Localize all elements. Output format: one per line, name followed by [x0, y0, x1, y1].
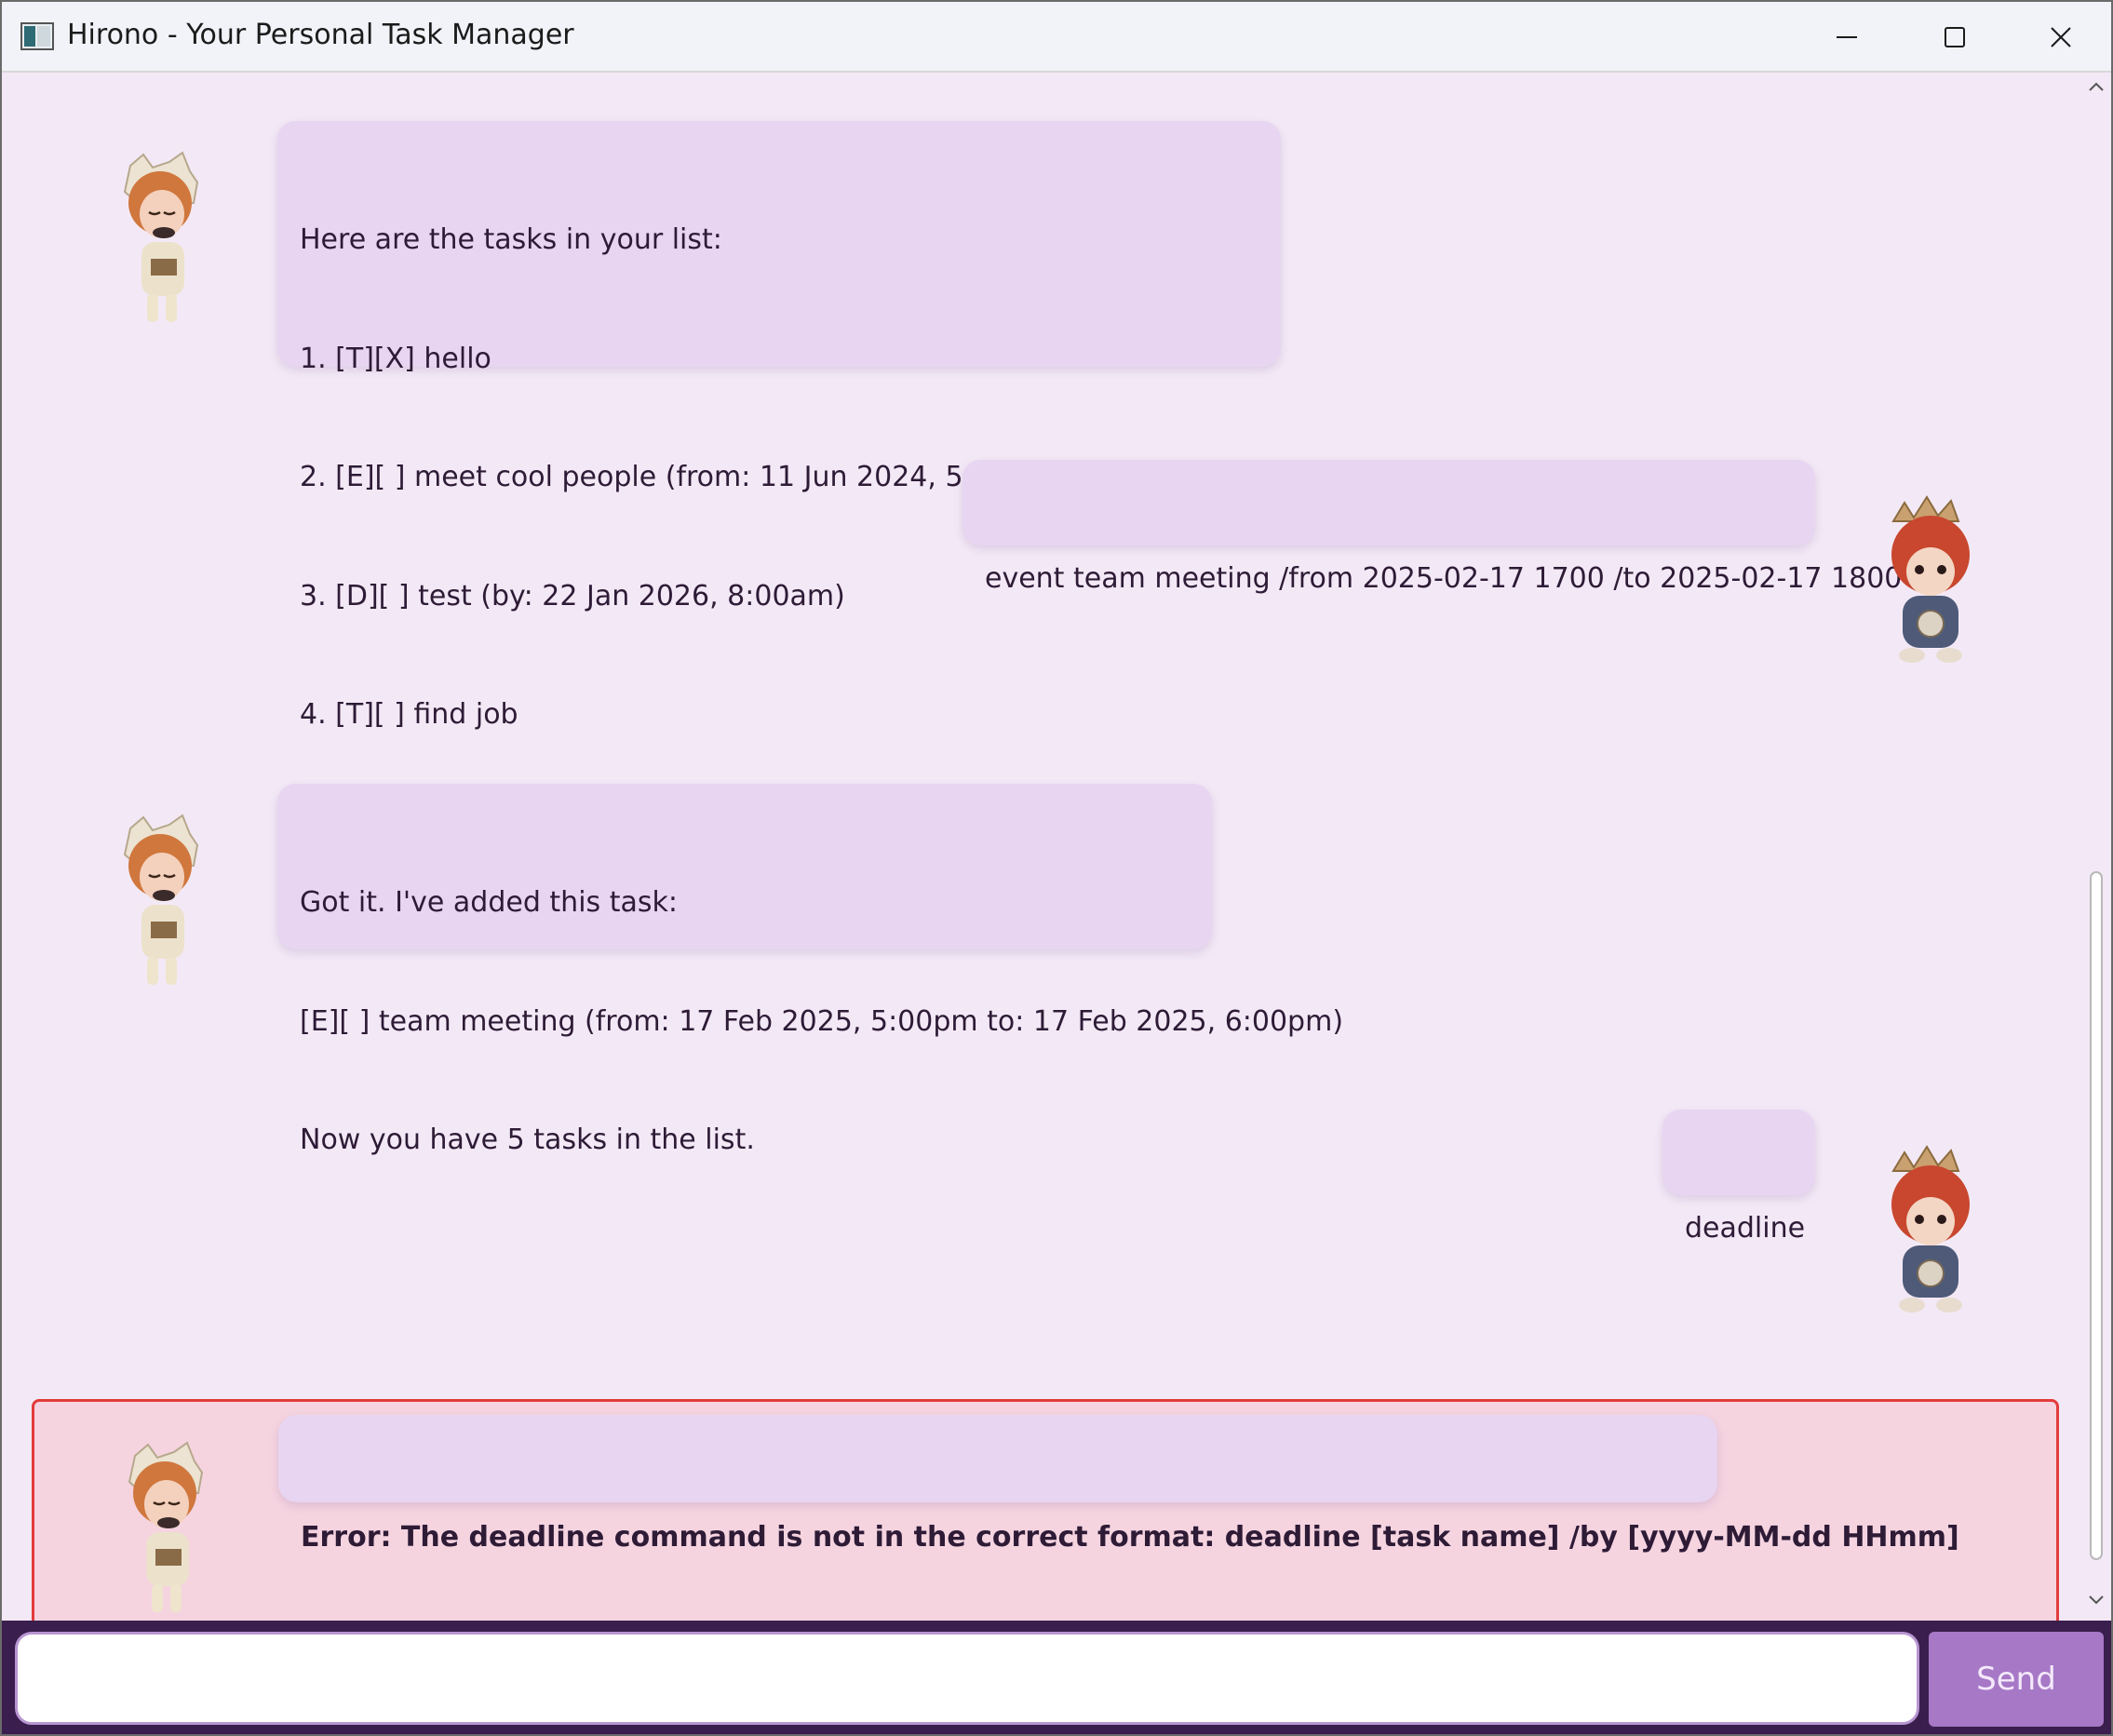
bot-message-bubble: Here are the tasks in your list: 1. [T][… [277, 121, 1412, 731]
app-icon [20, 22, 54, 50]
message-line: event team meeting /from 2025-02-17 1700… [985, 562, 1903, 595]
title-bar[interactable]: Hirono - Your Personal Task Manager [2, 2, 2111, 73]
input-bar: Send [2, 1621, 2111, 1734]
send-button[interactable]: Send [1929, 1632, 2104, 1727]
bot-message-bubble: Got it. I've added this task: [E][ ] tea… [277, 784, 1343, 1156]
minimize-icon [1837, 36, 1857, 38]
message-line: Got it. I've added this task: [300, 886, 678, 919]
vertical-scrollbar[interactable] [2081, 73, 2111, 1621]
scrollbar-thumb[interactable] [2090, 871, 2103, 1560]
message-line: Now you have 5 tasks in the list. [300, 1124, 755, 1156]
message-line: [E][ ] team meeting (from: 17 Feb 2025, … [300, 1004, 1344, 1038]
scroll-down-icon[interactable] [2085, 1590, 2107, 1608]
close-button[interactable] [2007, 2, 2111, 73]
maximize-icon [1945, 27, 1965, 47]
message-line: deadline [1685, 1212, 1806, 1245]
error-text: Error: The deadline command is not in th… [301, 1521, 1959, 1554]
message-line: 1. [T][X] hello [300, 342, 491, 375]
bot-avatar-icon [123, 151, 199, 322]
window-title: Hirono - Your Personal Task Manager [67, 19, 574, 51]
user-message-bubble: event team meeting /from 2025-02-17 1700… [962, 460, 1902, 595]
app-window: Hirono - Your Personal Task Manager Here… [0, 0, 2113, 1736]
bot-avatar-icon [128, 1441, 204, 1612]
user-avatar-icon [1891, 1145, 1970, 1312]
bot-avatar-icon [123, 814, 199, 985]
minimize-button[interactable] [1793, 2, 1901, 73]
user-avatar-icon [1891, 495, 1970, 663]
message-line: Here are the tasks in your list: [300, 223, 722, 256]
message-input[interactable] [15, 1632, 1919, 1725]
error-message-bubble: Error: The deadline command is not in th… [278, 1415, 1959, 1554]
scroll-up-icon[interactable] [2085, 78, 2107, 97]
user-message-bubble: deadline [1662, 1110, 1815, 1245]
maximize-button[interactable] [1901, 2, 2009, 73]
message-line: 4. [T][ ] find job [300, 698, 518, 731]
close-icon [2051, 27, 2071, 47]
chat-scroll-area[interactable]: Here are the tasks in your list: 1. [T][… [2, 73, 2081, 1621]
error-message-panel: Error: The deadline command is not in th… [32, 1399, 2059, 1621]
